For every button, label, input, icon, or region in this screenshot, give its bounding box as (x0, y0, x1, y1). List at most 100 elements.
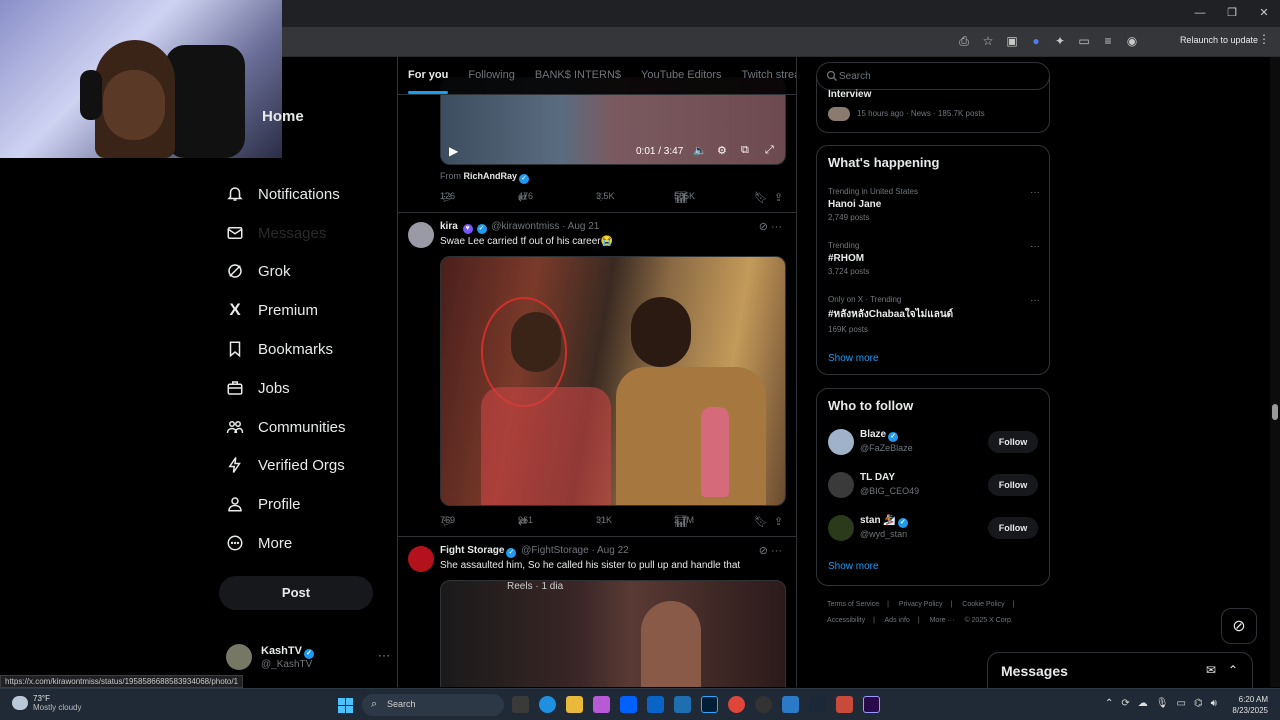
cookie-link[interactable]: Cookie Policy (962, 601, 1004, 608)
privacy-link[interactable]: Privacy Policy (899, 601, 943, 608)
trend-more-icon[interactable]: ··· (1030, 187, 1040, 198)
tweet2-menu[interactable]: ⊘ ··· (759, 220, 782, 233)
nav-grok[interactable]: Grok (226, 256, 291, 286)
tray-cloud-icon[interactable]: ☁ (1138, 698, 1148, 709)
follow-button[interactable]: Follow (988, 517, 1038, 539)
follow-button[interactable]: Follow (988, 474, 1038, 496)
trend-more-icon[interactable]: ··· (1030, 241, 1040, 252)
extension-blue-icon[interactable]: ● (1028, 33, 1044, 49)
tab-twitch-streamers[interactable]: Twitch streame (732, 57, 796, 94)
puzzle-icon[interactable]: ✦ (1052, 33, 1068, 49)
nav-profile[interactable]: Profile (226, 489, 301, 519)
grok-small-icon[interactable]: ⊘ (759, 545, 768, 557)
play-icon[interactable]: ▶ (449, 144, 458, 158)
fullscreen-icon[interactable]: ⤢ (765, 144, 774, 157)
display-icon[interactable]: ▭ (1176, 698, 1185, 709)
new-message-icon[interactable]: ✉ (1206, 663, 1216, 677)
from-name[interactable]: RichAndRay (464, 171, 518, 181)
nav-premium[interactable]: X Premium (226, 295, 318, 325)
tweet3-name[interactable]: Fight Storage (440, 545, 504, 556)
tab-for-you[interactable]: For you (398, 57, 458, 94)
relaunch-button[interactable]: Relaunch to update (1180, 35, 1258, 45)
maximize-button[interactable]: ❐ (1216, 0, 1248, 27)
expand-chevron-icon[interactable]: ⌃ (1228, 663, 1238, 677)
nav-verified-orgs[interactable]: Verified Orgs (226, 450, 345, 480)
more-link[interactable]: More ··· (930, 617, 955, 624)
sidepanel-icon[interactable]: ▭ (1076, 33, 1092, 49)
start-button[interactable] (338, 698, 353, 713)
pip-icon[interactable]: ⧉ (741, 144, 749, 157)
tray-chevron-icon[interactable]: ⌃ (1105, 698, 1113, 709)
trend-item[interactable]: Trending #RHOM 3,724 posts ··· (828, 241, 1040, 276)
trend-item[interactable]: Only on X · Trending #หลังหลังChabaaใจไม… (828, 295, 1040, 334)
file-explorer-icon[interactable] (566, 696, 583, 713)
tweet2-photo[interactable] (440, 256, 786, 506)
trend-more-icon[interactable]: ··· (1030, 295, 1040, 306)
obs-icon[interactable] (755, 696, 772, 713)
account-more-icon[interactable]: ··· (378, 648, 390, 662)
follow-suggestion[interactable]: TL DAY @BIG_CEO49 Follow (828, 472, 1040, 502)
follow-button[interactable]: Follow (988, 431, 1038, 453)
microphone-icon[interactable]: 🎙︎ (1156, 698, 1169, 709)
nav-home[interactable]: Home (262, 101, 304, 131)
nav-notifications[interactable]: Notifications (226, 179, 340, 209)
nav-messages[interactable]: Messages (226, 218, 326, 248)
accessibility-link[interactable]: Accessibility (827, 617, 865, 624)
taskbar-search[interactable]: ⌕ Search (362, 694, 504, 716)
terms-link[interactable]: Terms of Service (827, 601, 879, 608)
nav-bookmarks[interactable]: Bookmarks (226, 334, 333, 364)
edge-icon[interactable] (539, 696, 556, 713)
page-scrollbar[interactable] (1270, 57, 1280, 687)
outlook-icon[interactable] (647, 696, 664, 713)
close-window-button[interactable]: ✕ (1248, 0, 1280, 27)
chrome-icon[interactable] (728, 696, 745, 713)
tweet3-avatar[interactable] (408, 546, 434, 572)
messages-drawer[interactable]: Messages ✉ ⌃ (987, 652, 1253, 688)
premiere-icon[interactable] (863, 696, 880, 713)
grok-small-icon[interactable]: ⊘ (759, 221, 768, 233)
tweet2-name[interactable]: kira (440, 221, 458, 232)
tab-following[interactable]: Following (458, 57, 524, 94)
scrollbar-thumb[interactable] (1272, 404, 1278, 420)
profile-icon[interactable]: ◉ (1124, 33, 1140, 49)
minimize-button[interactable]: — (1184, 0, 1216, 27)
tweet3-date[interactable]: · Aug 22 (591, 545, 628, 556)
extension-icon[interactable]: ▣ (1004, 33, 1020, 49)
nav-communities[interactable]: Communities (226, 412, 346, 442)
tweet3-video[interactable]: Reels · 1 dia (440, 580, 786, 687)
tweet2-avatar[interactable] (408, 222, 434, 248)
follow-suggestion[interactable]: stan 🏂 ✓ @wyd_stan Follow (828, 515, 1040, 545)
tab-bank-interns[interactable]: BANK$ INTERN$ (525, 57, 631, 94)
trend-item[interactable]: Trending in United States Hanoi Jane 2,7… (828, 187, 1040, 222)
more-dots-icon[interactable]: ··· (771, 221, 782, 233)
tab-youtube-editors[interactable]: YouTube Editors (631, 57, 732, 94)
settings-gear-icon[interactable]: ⚙ (717, 144, 727, 157)
nav-jobs[interactable]: Jobs (226, 373, 290, 403)
app-icon[interactable] (836, 696, 853, 713)
tweet2-handle[interactable]: @kirawontmiss (491, 221, 559, 232)
ads-info-link[interactable]: Ads info (885, 617, 910, 624)
news-title[interactable]: Interview (828, 89, 871, 100)
tweet3-menu[interactable]: ⊘ ··· (759, 544, 782, 557)
dropbox-icon[interactable] (620, 696, 637, 713)
happening-show-more[interactable]: Show more (828, 353, 879, 364)
post-button[interactable]: Post (219, 576, 373, 610)
media-control-icon[interactable]: ≡ (1100, 33, 1116, 49)
follow-suggestion[interactable]: Blaze ✓ @FaZeBlaze Follow (828, 429, 1040, 459)
bookmark-star-icon[interactable]: ☆ (980, 33, 996, 49)
follow-show-more[interactable]: Show more (828, 561, 879, 572)
store-icon[interactable] (674, 696, 691, 713)
more-dots-icon[interactable]: ··· (771, 545, 782, 557)
grok-fab-button[interactable]: ⊘ (1221, 608, 1257, 644)
volume-icon[interactable]: 🔈 (693, 144, 707, 157)
install-app-icon[interactable]: ⎙ (956, 33, 972, 49)
tweet2-date[interactable]: · Aug 21 (562, 221, 599, 232)
volume-icon[interactable]: 🔊︎ (1211, 698, 1217, 709)
account-switcher[interactable]: KashTV ✓ @_KashTV ··· (226, 642, 390, 672)
photoshop-icon[interactable] (701, 696, 718, 713)
taskbar-clock[interactable]: 6:20 AM 8/23/2025 (1222, 694, 1268, 716)
task-view-icon[interactable] (512, 696, 529, 713)
network-icon[interactable]: ⌬ (1194, 698, 1203, 709)
browser-menu-icon[interactable]: ⋮ (1258, 32, 1270, 46)
steam-icon[interactable] (809, 696, 826, 713)
